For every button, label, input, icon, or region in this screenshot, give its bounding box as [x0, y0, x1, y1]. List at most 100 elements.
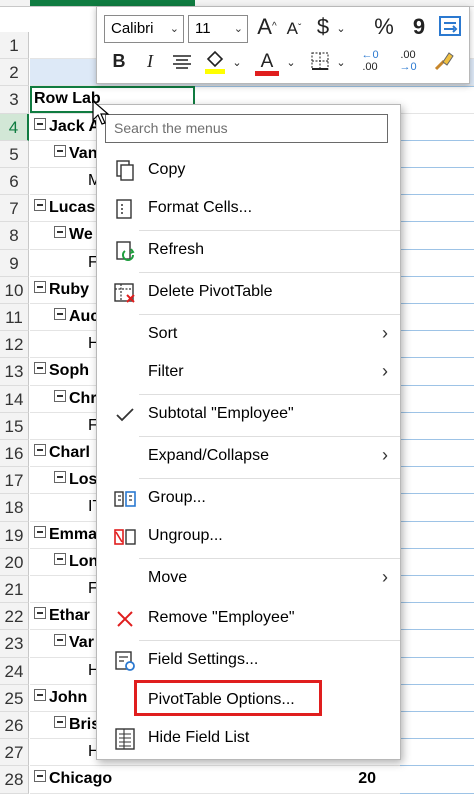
pivot-row-cell[interactable]: Chicago 20 [30, 766, 474, 794]
menu-item-filter[interactable]: Filter › [97, 355, 400, 391]
center-align-button[interactable] [171, 51, 193, 71]
search-menus-input[interactable]: Search the menus [105, 114, 388, 143]
row-header-14[interactable]: 14 [0, 385, 29, 413]
row-header-13[interactable]: 13 [0, 358, 29, 386]
menu-separator [139, 558, 400, 559]
collapse-toggle-icon[interactable] [54, 552, 66, 565]
collapse-toggle-icon[interactable] [54, 716, 66, 728]
pivot-row-label: Ruby [49, 280, 89, 298]
collapse-toggle-icon[interactable] [54, 634, 66, 647]
chevron-down-icon[interactable]: ⌄ [335, 49, 347, 77]
row-header-15[interactable]: 15 [0, 412, 29, 440]
menu-separator [139, 478, 400, 479]
row-header-24[interactable]: 24 [0, 657, 29, 685]
italic-button[interactable]: I [141, 47, 159, 75]
remove-x-icon [117, 611, 133, 627]
row-header-26[interactable]: 26 [0, 712, 29, 740]
collapse-toggle-icon[interactable] [34, 770, 46, 783]
menu-item-refresh[interactable]: Refresh [97, 233, 400, 269]
increase-decimal-icon: ←0 [361, 49, 379, 61]
chevron-down-icon[interactable]: ⌄ [231, 49, 243, 77]
menu-item-hide-field-list[interactable]: Hide Field List [97, 721, 400, 757]
format-cells-icon [116, 199, 132, 219]
menu-item-subtotal-employee[interactable]: Subtotal "Employee" [97, 397, 400, 433]
chevron-down-icon[interactable]: ⌄ [285, 49, 297, 77]
menu-item-delete-pivottable[interactable]: Delete PivotTable [97, 275, 400, 311]
row-header-21[interactable]: 21 [0, 576, 29, 604]
menu-item-label: Hide Field List [148, 729, 250, 746]
row-header-1[interactable]: 1 [0, 32, 29, 60]
menu-item-copy[interactable]: Copy [97, 153, 400, 189]
increase-decimal-label: .00 [362, 61, 378, 73]
currency-format-button[interactable]: $ [313, 13, 333, 41]
collapse-toggle-icon[interactable] [54, 308, 66, 320]
field-list-icon [115, 728, 135, 750]
collapse-toggle-icon[interactable] [34, 117, 46, 130]
format-painter-button[interactable] [431, 49, 457, 75]
increase-font-size-button[interactable]: A^ [255, 13, 279, 41]
row-header-25[interactable]: 25 [0, 684, 29, 712]
row-header-28[interactable]: 28 [0, 766, 29, 794]
menu-item-ungroup[interactable]: Ungroup... [97, 519, 400, 555]
increase-decimal-button[interactable]: ←0 .00 [353, 49, 387, 77]
row-header-16[interactable]: 16 [0, 440, 29, 468]
menu-item-expand-collapse[interactable]: Expand/Collapse › [97, 439, 400, 475]
menu-item-group[interactable]: Group... [97, 481, 400, 517]
menu-separator [139, 394, 400, 395]
row-header-22[interactable]: 22 [0, 603, 29, 631]
chevron-down-icon: ⌄ [233, 23, 243, 35]
row-header-3[interactable]: 3 [0, 86, 29, 114]
row-header-4[interactable]: 4 [0, 113, 29, 141]
collapse-toggle-icon[interactable] [34, 199, 46, 212]
row-header-18[interactable]: 18 [0, 494, 29, 522]
percent-style-button[interactable]: % [371, 13, 397, 41]
collapse-toggle-icon[interactable] [34, 280, 46, 293]
row-header-5[interactable]: 5 [0, 140, 29, 168]
row-header-6[interactable]: 6 [0, 168, 29, 196]
collapse-toggle-icon[interactable] [34, 525, 46, 538]
borders-button[interactable] [309, 51, 331, 71]
row-header-23[interactable]: 23 [0, 630, 29, 658]
collapse-toggle-icon[interactable] [34, 688, 46, 701]
font-size-box[interactable]: 11 ⌄ [188, 15, 248, 43]
fill-color-button[interactable] [203, 49, 227, 75]
row-header-8[interactable]: 8 [0, 222, 29, 250]
menu-item-label: Move [148, 569, 188, 586]
pivot-row-label: Chr [69, 389, 97, 407]
collapse-toggle-icon[interactable] [34, 607, 46, 620]
bold-button[interactable]: B [109, 47, 129, 75]
paint-bucket-icon [205, 50, 225, 74]
collapse-toggle-icon[interactable] [54, 471, 66, 484]
comma-style-button[interactable]: 9 [409, 13, 429, 41]
font-name-box[interactable]: Calibri ⌄ [104, 15, 184, 43]
mini-formatting-toolbar: Calibri ⌄ 11 ⌄ A^ Aˇ $ ⌄ % 9 B I ⌄ A ⌄ ⌄… [96, 6, 470, 84]
menu-item-remove-employee[interactable]: Remove "Employee" [97, 601, 400, 637]
row-header-9[interactable]: 9 [0, 249, 29, 277]
row-header-17[interactable]: 17 [0, 467, 29, 495]
row-header-7[interactable]: 7 [0, 195, 29, 223]
row-header-11[interactable]: 11 [0, 304, 29, 332]
font-color-button[interactable]: A [255, 47, 279, 76]
menu-item-format-cells[interactable]: Format Cells... [97, 191, 400, 227]
paintbrush-icon [434, 52, 454, 71]
menu-item-move[interactable]: Move › [97, 561, 400, 597]
wrap-text-button[interactable] [437, 15, 463, 41]
collapse-toggle-icon[interactable] [54, 144, 66, 157]
row-header-2[interactable]: 2 [0, 59, 29, 87]
collapse-toggle-icon[interactable] [34, 362, 46, 375]
row-header-12[interactable]: 12 [0, 331, 29, 359]
decrease-font-size-button[interactable]: Aˇ [283, 15, 305, 43]
row-header-10[interactable]: 10 [0, 276, 29, 304]
mouse-cursor-icon [92, 100, 110, 125]
row-header-27[interactable]: 27 [0, 739, 29, 767]
center-align-icon [173, 55, 191, 69]
row-header-19[interactable]: 19 [0, 521, 29, 549]
decrease-decimal-button[interactable]: .00 →0 [391, 49, 425, 77]
row-header-20[interactable]: 20 [0, 548, 29, 576]
collapse-toggle-icon[interactable] [34, 444, 46, 456]
chevron-down-icon[interactable]: ⌄ [335, 15, 347, 43]
menu-item-field-settings[interactable]: Field Settings... [97, 643, 400, 679]
collapse-toggle-icon[interactable] [54, 226, 66, 239]
collapse-toggle-icon[interactable] [54, 389, 66, 402]
menu-item-sort[interactable]: Sort › [97, 317, 400, 353]
